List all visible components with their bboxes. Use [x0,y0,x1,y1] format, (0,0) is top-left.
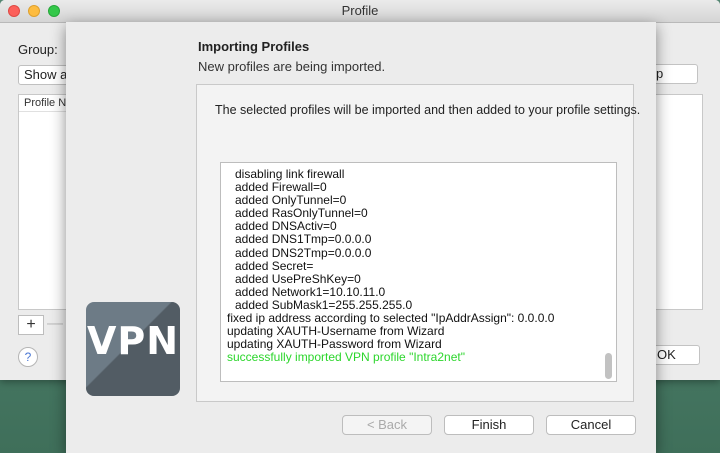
log-line: added Secret= [235,258,314,273]
import-log[interactable]: disabling link firewall added Firewall=0 a… [220,162,617,382]
remove-profile-button[interactable]: — [44,315,66,335]
add-profile-button[interactable]: + [18,315,44,335]
back-button[interactable]: < Back [342,415,432,435]
log-line: successfully imported VPN profile "Intra… [227,350,465,365]
ok-button[interactable]: OK [652,345,700,365]
sheet-title: Importing Profiles [198,39,310,54]
window-title: Profile [341,3,379,18]
log-lines: disabling link firewall added Firewall=0 a… [227,167,554,365]
sheet-subtitle: New profiles are being imported. [198,59,386,74]
vpn-logo-text: VPN [86,319,180,363]
group-label: Group: [18,42,58,57]
finish-button[interactable]: Finish [444,415,534,435]
log-line: added Network1=10.10.11.0 [235,284,386,299]
import-content-box: The selected profiles will be imported a… [196,84,640,402]
log-line: added DNS2Tmp=0.0.0.0 [235,245,372,260]
log-scrollbar[interactable] [605,353,612,379]
vpn-logo: VPN [86,302,180,396]
help-button[interactable]: ? [18,347,38,367]
profile-action-button[interactable]: p [652,64,698,84]
profile-details-table [652,94,703,310]
import-info-text: The selected profiles will be imported a… [215,103,641,117]
title-bar: Profile [0,0,720,23]
log-line: added DNS1Tmp=0.0.0.0 [235,232,372,247]
cancel-button[interactable]: Cancel [546,415,636,435]
import-sheet: Importing Profiles New profiles are bein… [66,22,656,453]
log-line: added UsePreShKey=0 [235,271,361,286]
